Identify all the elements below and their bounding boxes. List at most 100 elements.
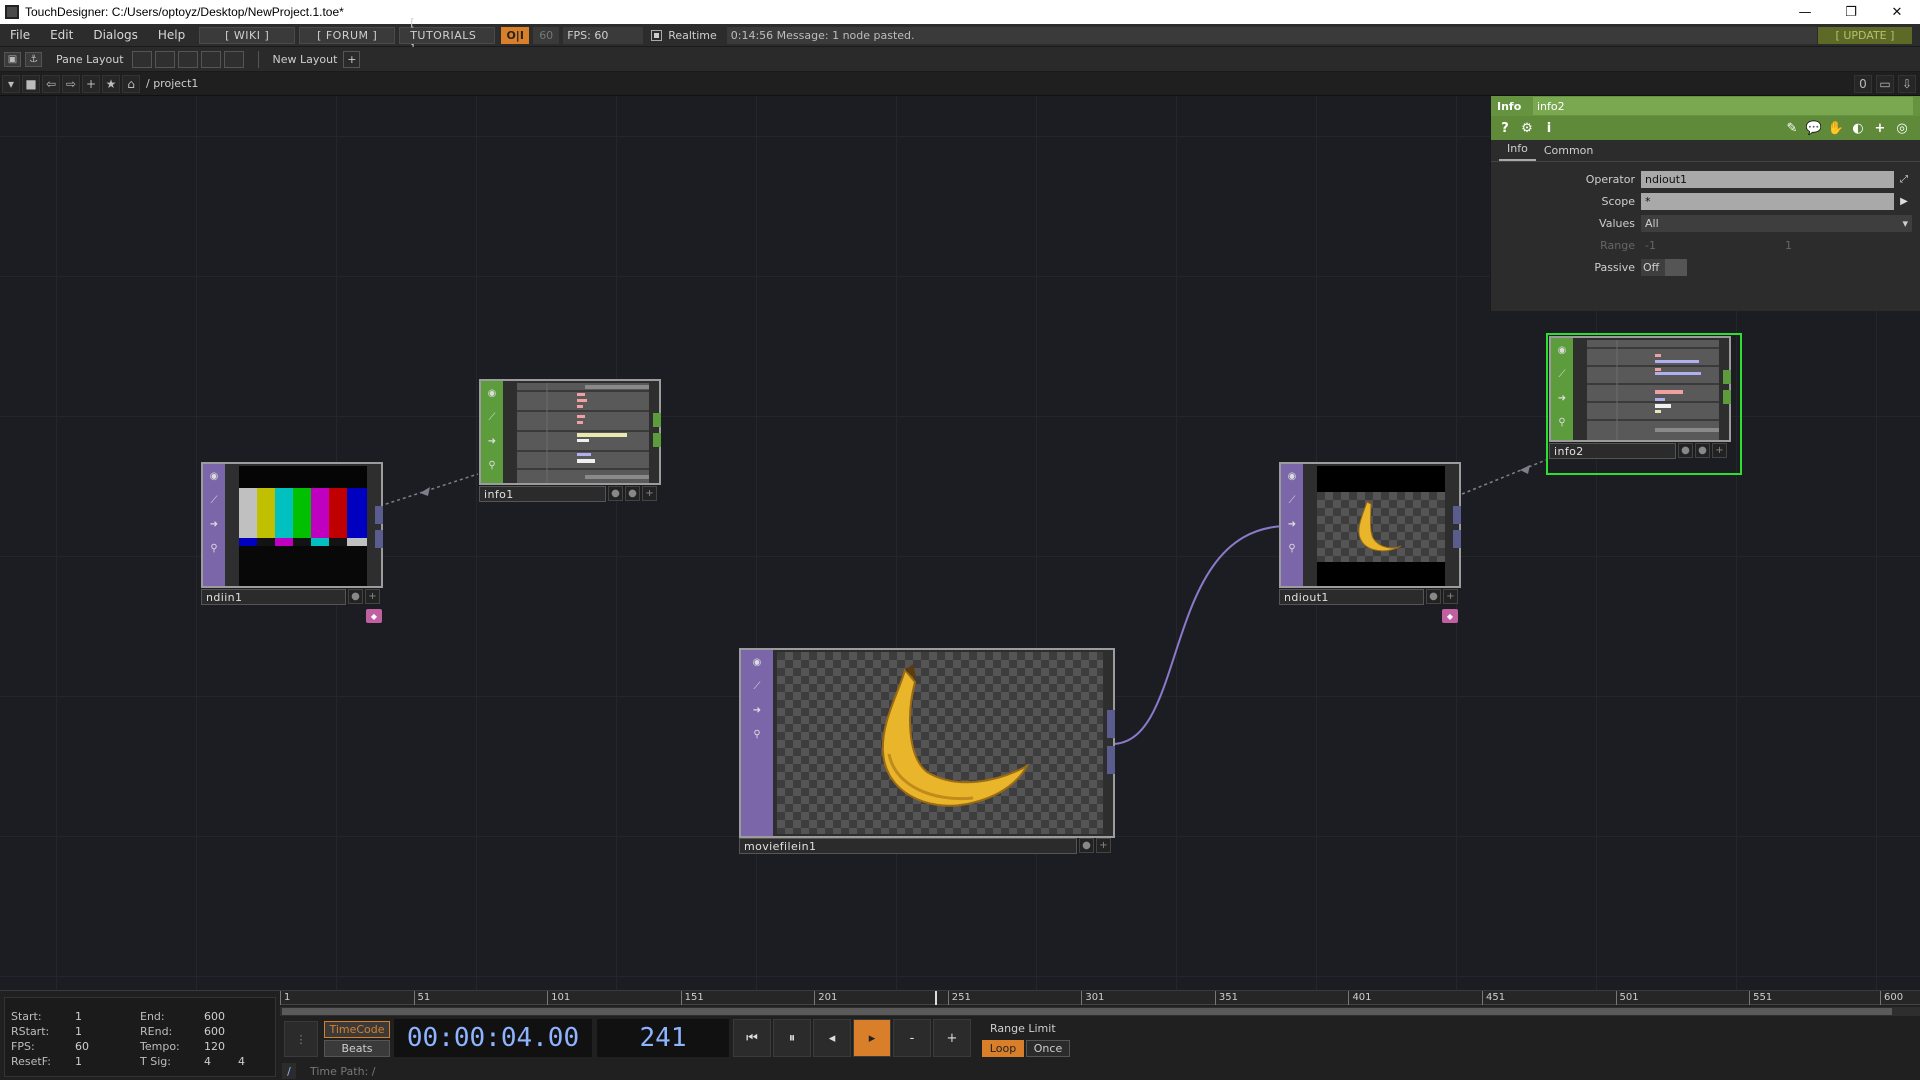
- play-icon[interactable]: ▸: [853, 1019, 891, 1057]
- step-back-icon[interactable]: ◂: [813, 1019, 851, 1057]
- node-body[interactable]: ◉ ⟋ ➜ ⚲: [1279, 462, 1461, 588]
- pane-link-icon[interactable]: ⚓: [25, 51, 42, 67]
- node-viewer-active-button[interactable]: ●: [1678, 443, 1693, 458]
- stat-tempo[interactable]: Tempo: 120: [140, 1040, 225, 1053]
- help-icon[interactable]: ?: [1497, 120, 1513, 136]
- lock-icon[interactable]: ⚲: [1284, 540, 1300, 556]
- network-path[interactable]: / project1: [146, 77, 198, 90]
- menu-help[interactable]: Help: [148, 28, 195, 42]
- close-button[interactable]: ✕: [1874, 0, 1920, 24]
- passive-toggle[interactable]: Off: [1641, 258, 1665, 276]
- timeline-ruler[interactable]: 1 51 101 151 201 251 301 351 401 451 501 551 600: [280, 991, 1920, 1005]
- layout-split-horizontal-button[interactable]: [177, 50, 198, 68]
- stat-start[interactable]: Start: 1: [11, 1010, 82, 1023]
- restore-button[interactable]: ❐: [1828, 0, 1874, 24]
- menu-down-icon[interactable]: ▾: [2, 74, 20, 93]
- viewer-toggle-icon[interactable]: ◉: [206, 468, 222, 484]
- output-port[interactable]: [1107, 746, 1115, 774]
- bypass-icon[interactable]: ⟋: [1554, 366, 1570, 382]
- python-icon[interactable]: ◐: [1850, 120, 1866, 136]
- zero-button[interactable]: 0: [1854, 75, 1872, 93]
- output-port[interactable]: [1453, 530, 1461, 548]
- pane-type-icon[interactable]: ▣: [4, 51, 21, 67]
- display-flag-icon[interactable]: ➜: [749, 702, 765, 718]
- edit-pencil-icon[interactable]: ✎: [1784, 120, 1800, 136]
- operator-field[interactable]: ndiout1: [1641, 170, 1894, 188]
- realtime-checkbox[interactable]: [651, 29, 663, 41]
- beats-button[interactable]: Beats: [324, 1040, 390, 1057]
- layout-three-button[interactable]: [200, 50, 221, 68]
- display-flag-icon[interactable]: ➜: [206, 516, 222, 532]
- viewer-toggle-icon[interactable]: ◉: [1284, 468, 1300, 484]
- forum-button[interactable]: [ FORUM ]: [299, 26, 396, 44]
- node-expand-button[interactable]: +: [1096, 838, 1111, 853]
- once-button[interactable]: Once: [1026, 1040, 1070, 1057]
- node-name-label[interactable]: ndiin1: [201, 589, 346, 605]
- wiki-button[interactable]: [ WIKI ]: [199, 26, 296, 44]
- tab-info[interactable]: Info: [1499, 142, 1536, 161]
- timeline-options-icon[interactable]: ⋮: [284, 1021, 318, 1057]
- back-icon[interactable]: ⇦: [42, 74, 60, 93]
- download-icon[interactable]: ⇩: [1898, 75, 1916, 93]
- pause-icon[interactable]: ⏸: [773, 1019, 811, 1057]
- menu-edit[interactable]: Edit: [40, 28, 83, 42]
- node-expand-button[interactable]: +: [365, 589, 380, 604]
- display-flag-icon[interactable]: ➜: [484, 433, 500, 449]
- node-body[interactable]: ◉ ⟋ ➜ ⚲: [201, 462, 383, 588]
- stat-fps[interactable]: FPS: 60: [11, 1040, 89, 1053]
- viewer-toggle-icon[interactable]: ◉: [1554, 342, 1570, 358]
- update-button[interactable]: [ UPDATE ]: [1818, 26, 1912, 44]
- layout-split-vertical-button[interactable]: [154, 50, 175, 68]
- display-flag-icon[interactable]: ➜: [1554, 390, 1570, 406]
- lock-icon[interactable]: ⚲: [484, 457, 500, 473]
- home-icon[interactable]: ⌂: [122, 74, 140, 93]
- bookmark-star-icon[interactable]: ★: [102, 74, 120, 93]
- output-port[interactable]: [1723, 370, 1731, 384]
- scope-arrow-icon[interactable]: ▶: [1896, 193, 1912, 210]
- viewer-toggle-icon[interactable]: ◉: [484, 385, 500, 401]
- minimize-button[interactable]: —: [1782, 0, 1828, 24]
- node-cook-button[interactable]: ●: [625, 486, 640, 501]
- node-viewer-active-button[interactable]: ●: [348, 589, 363, 604]
- stat-end[interactable]: End: 600: [140, 1010, 225, 1023]
- stat-rend[interactable]: REnd: 600: [140, 1025, 225, 1038]
- info-icon[interactable]: i: [1541, 120, 1557, 136]
- time-path-root-button[interactable]: /: [282, 1063, 296, 1079]
- oi-button[interactable]: O|I: [501, 26, 530, 44]
- viewer-toggle-icon[interactable]: ◉: [749, 654, 765, 670]
- output-port[interactable]: [1723, 390, 1731, 404]
- stat-resetf[interactable]: ResetF: 1: [11, 1055, 82, 1068]
- node-cook-button[interactable]: ●: [1695, 443, 1710, 458]
- bypass-icon[interactable]: ⟋: [484, 409, 500, 425]
- forward-icon[interactable]: ⇨: [62, 74, 80, 93]
- output-port[interactable]: [653, 413, 661, 427]
- timecode-display[interactable]: 00:00:04.00: [394, 1019, 592, 1057]
- lock-icon[interactable]: ⚲: [206, 540, 222, 556]
- output-port[interactable]: [375, 530, 383, 548]
- node-body[interactable]: ◉ ⟋ ➜ ⚲: [1549, 336, 1731, 442]
- playhead-marker[interactable]: [935, 991, 937, 1005]
- node-warning-flag[interactable]: ◆: [1442, 609, 1458, 623]
- layout-single-button[interactable]: [131, 50, 152, 68]
- loop-button[interactable]: Loop: [982, 1040, 1024, 1057]
- node-body[interactable]: ◉ ⟋ ➜ ⚲: [479, 379, 661, 485]
- frame-display[interactable]: 241: [597, 1019, 729, 1057]
- scrollbar-thumb[interactable]: [282, 1008, 1892, 1015]
- lock-icon[interactable]: ⚲: [749, 726, 765, 742]
- output-port[interactable]: [375, 506, 383, 524]
- timecode-button[interactable]: TimeCode: [324, 1021, 390, 1038]
- rewind-icon[interactable]: ⏮: [733, 1019, 771, 1057]
- scope-field[interactable]: *: [1641, 192, 1894, 210]
- decrease-button[interactable]: -: [893, 1019, 931, 1057]
- node-name-label[interactable]: moviefilein1: [739, 838, 1077, 854]
- menu-file[interactable]: File: [0, 28, 40, 42]
- display-flag-icon[interactable]: ➜: [1284, 516, 1300, 532]
- layout-four-button[interactable]: [223, 50, 244, 68]
- node-expand-button[interactable]: +: [1443, 589, 1458, 604]
- output-port[interactable]: [653, 433, 661, 447]
- node-expand-button[interactable]: +: [642, 486, 657, 501]
- add-layout-button[interactable]: +: [343, 50, 361, 68]
- add-icon[interactable]: +: [82, 74, 100, 93]
- node-viewer-active-button[interactable]: ●: [1079, 838, 1094, 853]
- stat-rstart[interactable]: RStart: 1: [11, 1025, 82, 1038]
